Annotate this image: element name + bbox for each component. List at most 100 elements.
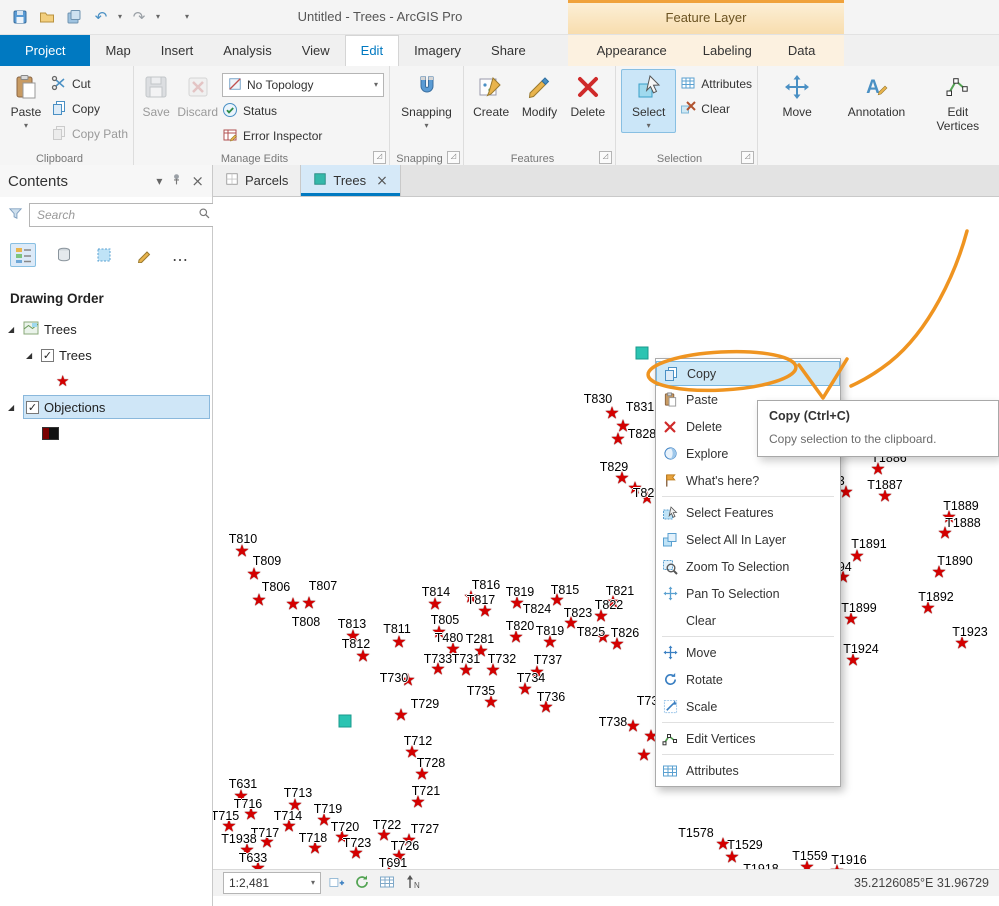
copy-button[interactable]: Copy (51, 98, 128, 120)
layer-trees-checkbox[interactable]: ✓ (41, 348, 54, 362)
view-tab-parcels[interactable]: Parcels (213, 165, 302, 196)
tree-star-marker[interactable]: ★ (636, 747, 651, 765)
add-bookmark-icon[interactable] (329, 874, 345, 893)
layer-trees[interactable]: ◢ ✓ Trees (0, 342, 212, 368)
north-arrow-icon[interactable]: N (404, 874, 420, 893)
close-view-icon[interactable]: × (376, 173, 388, 189)
layer-group-trees[interactable]: ◢ Trees (0, 316, 212, 342)
menu-item-clear[interactable]: Clear (656, 607, 840, 634)
tab-share[interactable]: Share (476, 35, 541, 66)
filter-icon[interactable] (8, 206, 23, 224)
topology-dropdown[interactable]: No Topology ▾ (222, 73, 384, 97)
menu-item-pan-to-selection[interactable]: Pan To Selection (656, 580, 840, 607)
tab-view[interactable]: View (287, 35, 345, 66)
menu-item-zoom-to-selection[interactable]: Zoom To Selection (656, 553, 840, 580)
tab-appearance[interactable]: Appearance (582, 35, 682, 66)
menu-item-whats-here[interactable]: What's here? (656, 467, 840, 494)
expander-icon[interactable]: ◢ (26, 351, 36, 360)
select-caret[interactable]: ▾ (647, 121, 651, 130)
snapping-button[interactable]: Snapping ▾ (400, 69, 454, 130)
menu-item-attributes[interactable]: Attributes (656, 757, 840, 784)
layer-objections-symbol-row[interactable] (0, 420, 212, 446)
layer-trees-symbol-row[interactable]: ★ (0, 368, 212, 394)
paste-button[interactable]: Paste ▾ (5, 69, 47, 130)
tree-star-marker[interactable]: ★ (246, 566, 261, 584)
tab-edit[interactable]: Edit (344, 35, 400, 66)
layer-objections[interactable]: ◢ ✓ Objections (0, 394, 212, 420)
tab-labeling[interactable]: Labeling (688, 35, 767, 66)
search-input[interactable] (35, 207, 194, 223)
attributes-button[interactable]: Attributes (680, 73, 752, 95)
create-button[interactable]: Create (469, 69, 513, 120)
menu-item-edit-vertices[interactable]: Edit Vertices (656, 725, 840, 752)
menu-item-scale[interactable]: Scale (656, 693, 840, 720)
menu-item-copy[interactable]: Copy (656, 361, 840, 386)
select-button[interactable]: Select ▾ (621, 69, 677, 133)
list-by-selection-icon[interactable] (92, 244, 116, 266)
annotation-button[interactable]: A Annotation (842, 69, 910, 120)
menu-item-select-all-in-layer[interactable]: Select All In Layer (656, 526, 840, 553)
redo-icon[interactable]: ↷ (129, 7, 149, 27)
attribute-table-icon[interactable] (379, 874, 395, 893)
expander-icon[interactable]: ◢ (8, 403, 18, 412)
list-by-drawing-order-icon[interactable] (10, 243, 36, 267)
selected-feature-square[interactable] (635, 346, 649, 360)
save-edits-button[interactable]: Save (139, 69, 173, 120)
customize-qat-caret[interactable]: ▾ (185, 13, 189, 21)
search-icon[interactable] (198, 207, 211, 223)
undo-dropdown-caret[interactable]: ▾ (118, 13, 122, 21)
menu-item-move[interactable]: Move (656, 639, 840, 666)
scale-dropdown[interactable]: 1:2,481 ▾ (223, 872, 321, 894)
tree-star-marker[interactable]: ★ (355, 648, 370, 666)
map-canvas[interactable]: ★ ★ ★ ★ ★ ★ ★ ★ ★ ★ ★ ★ ★ ★ ★ ★ ★ ★ ★ ★ ★ ★ ★ ★ ★ ★ ★ ★ ★ ★ ★ ★ ★ ★ ★ ★ ★ ★ ★ ★… (213, 197, 999, 869)
undo-icon[interactable]: ↶ (91, 7, 111, 27)
selected-feature-square[interactable] (338, 714, 352, 728)
pin-icon[interactable] (170, 173, 183, 189)
list-by-data-source-icon[interactable] (52, 244, 76, 266)
tab-imagery[interactable]: Imagery (399, 35, 476, 66)
manage-edits-launcher-icon[interactable]: ◿ (373, 151, 386, 164)
expander-icon[interactable]: ◢ (8, 325, 18, 334)
tab-insert[interactable]: Insert (146, 35, 209, 66)
tree-star-marker[interactable]: ★ (610, 431, 625, 449)
edit-vertices-button[interactable]: Edit Vertices (929, 69, 987, 133)
error-inspector-button[interactable]: Error Inspector (222, 125, 384, 147)
modify-button[interactable]: Modify (517, 69, 561, 120)
tree-star-marker[interactable]: ★ (234, 543, 249, 561)
status-button[interactable]: Status (222, 100, 384, 122)
view-tab-trees[interactable]: Trees × (301, 165, 401, 196)
tree-star-marker[interactable]: ★ (391, 634, 406, 652)
tab-analysis[interactable]: Analysis (208, 35, 286, 66)
tree-star-marker[interactable]: ★ (724, 849, 739, 867)
tab-map[interactable]: Map (90, 35, 145, 66)
list-by-editing-icon[interactable] (132, 244, 156, 266)
contents-menu-caret[interactable]: ▾ (156, 174, 162, 188)
open-project-icon[interactable] (37, 7, 57, 27)
close-pane-icon[interactable]: × (191, 172, 204, 190)
tree-star-marker[interactable]: ★ (285, 596, 300, 614)
delete-button[interactable]: Delete (566, 69, 610, 120)
save-as-icon[interactable] (64, 7, 84, 27)
layer-objections-checkbox[interactable]: ✓ (26, 400, 39, 414)
snapping-launcher-icon[interactable]: ◿ (447, 151, 460, 164)
discard-edits-button[interactable]: Discard (177, 69, 218, 120)
redo-dropdown-caret[interactable]: ▾ (156, 13, 160, 21)
save-project-icon[interactable] (10, 7, 30, 27)
tab-project[interactable]: Project (0, 35, 91, 66)
tab-data[interactable]: Data (773, 35, 830, 66)
tree-star-marker[interactable]: ★ (393, 707, 408, 725)
copy-path-button[interactable]: Copy Path (51, 123, 128, 145)
menu-item-select-features[interactable]: Select Features (656, 499, 840, 526)
paste-dropdown-caret[interactable]: ▾ (24, 121, 28, 130)
selection-launcher-icon[interactable]: ◿ (741, 151, 754, 164)
menu-item-rotate[interactable]: Rotate (656, 666, 840, 693)
layer-objections-selected-row[interactable]: ✓ Objections (23, 395, 210, 419)
tree-star-marker[interactable]: ★ (301, 595, 316, 613)
cut-button[interactable]: Cut (51, 73, 128, 95)
sync-views-icon[interactable] (354, 874, 370, 893)
features-launcher-icon[interactable]: ◿ (599, 151, 612, 164)
snapping-caret[interactable]: ▾ (424, 121, 428, 130)
more-options-icon[interactable]: … (172, 246, 189, 265)
tree-star-marker[interactable]: ★ (251, 592, 266, 610)
tree-star-marker[interactable]: ★ (427, 596, 442, 614)
